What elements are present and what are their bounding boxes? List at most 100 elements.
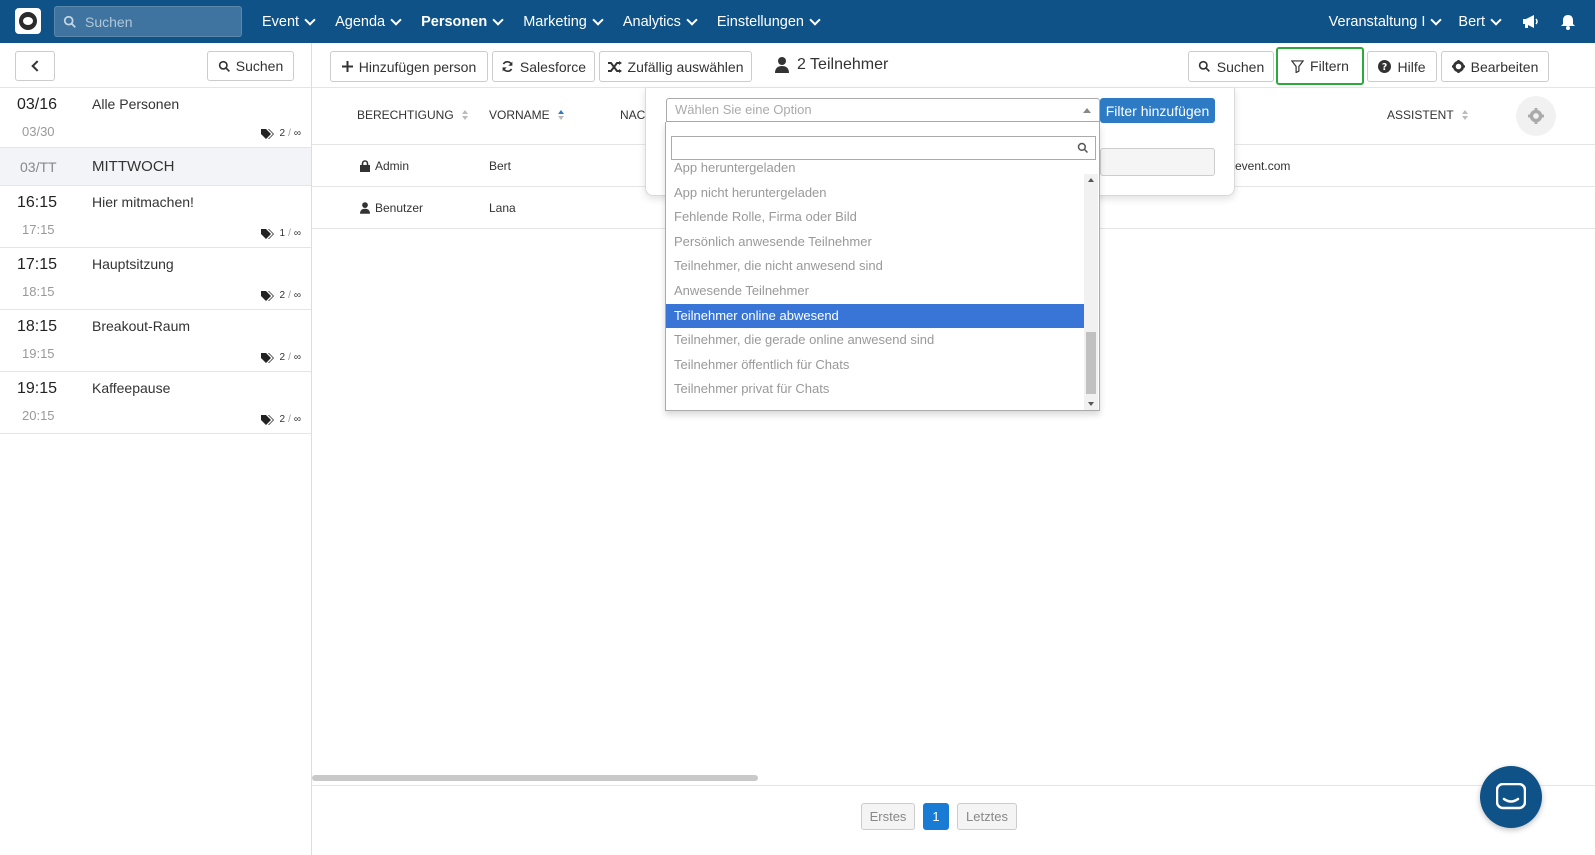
dropdown-option[interactable]: Persönlich anwesende Teilnehmer [666, 230, 1084, 255]
user-menu[interactable]: Bert [1458, 13, 1502, 30]
tags-icon [260, 414, 274, 425]
session-item[interactable]: 18:15 19:15 Breakout-Raum 2/∞ [0, 310, 311, 372]
tag-separator: / [288, 290, 291, 301]
session-start: 18:15 [17, 318, 58, 335]
user-icon [775, 57, 789, 73]
event-selector-label: Veranstaltung I [1328, 13, 1426, 30]
session-item[interactable]: 03/16 03/30 Alle Personen 2/∞ [0, 88, 311, 148]
svg-text:?: ? [1382, 62, 1387, 73]
session-item[interactable]: 17:15 18:15 Hauptsitzung 2/∞ [0, 248, 311, 310]
dropdown-scrollbar[interactable] [1084, 174, 1098, 410]
tag-separator: / [288, 128, 291, 139]
tags-icon [260, 228, 274, 239]
megaphone-icon[interactable] [1522, 14, 1539, 29]
last-page-button[interactable]: Letztes [957, 803, 1017, 830]
chevron-left-icon [30, 60, 43, 72]
col-header-firstname[interactable]: VORNAME [489, 108, 564, 122]
chevron-down-icon [492, 13, 504, 26]
edit-button[interactable]: Bearbeiten [1441, 51, 1549, 82]
dropdown-option[interactable]: Anwesende Teilnehmer [666, 279, 1084, 304]
top-navbar: Event Agenda Personen Marketing Analytic… [0, 0, 1595, 43]
plus-icon [341, 61, 353, 72]
scroll-down-arrow-icon[interactable] [1088, 402, 1094, 406]
filter-option-select[interactable]: Wählen Sie eine Option [666, 98, 1100, 122]
day-header: 03/TT MITTWOCH [0, 148, 311, 186]
dropdown-option[interactable]: Teilnehmer öffentlich für Chats [666, 353, 1084, 378]
search-icon [1077, 142, 1089, 154]
horizontal-scrollbar[interactable] [312, 775, 758, 781]
help-button[interactable]: ? Hilfe [1367, 51, 1437, 82]
column-settings-button[interactable] [1516, 96, 1556, 136]
cell-firstname: Lana [489, 201, 516, 215]
random-select-button[interactable]: Zufällig auswählen [599, 51, 752, 82]
filter-value-input[interactable] [1100, 148, 1215, 176]
tags-icon [260, 128, 274, 139]
global-search[interactable] [54, 6, 242, 37]
dropdown-option[interactable]: App heruntergeladen [666, 156, 1084, 181]
tag-count-value: 2 [279, 128, 286, 139]
session-end: 03/30 [22, 124, 55, 139]
session-title: Hauptsitzung [92, 256, 174, 272]
session-end: 19:15 [22, 346, 55, 361]
add-person-button[interactable]: Hinzufügen person [330, 51, 488, 82]
sort-asc-icon [557, 110, 564, 120]
tags-icon [260, 290, 274, 301]
nav-einstellungen[interactable]: Einstellungen [717, 14, 821, 30]
col-header-lastname[interactable]: NAC [620, 108, 645, 122]
nav-personen[interactable]: Personen [421, 13, 504, 30]
filter-button[interactable]: Filtern [1276, 47, 1364, 85]
chat-launcher-button[interactable] [1480, 766, 1542, 828]
dropdown-option[interactable]: Fehlende Rolle, Firma oder Bild [666, 205, 1084, 230]
tag-separator: / [288, 228, 291, 239]
edit-label: Bearbeiten [1470, 58, 1539, 75]
question-circle-icon: ? [1378, 60, 1392, 73]
dropdown-option[interactable]: Teilnehmer, die gerade online anwesend s… [666, 328, 1084, 353]
user-name: Bert [1458, 13, 1485, 30]
nav-agenda[interactable]: Agenda [335, 14, 402, 30]
nav-event[interactable]: Event [262, 14, 316, 30]
nav-analytics[interactable]: Analytics [622, 13, 698, 30]
nav-analytics-label: Analytics [622, 13, 681, 30]
col-header-permission[interactable]: BERECHTIGUNG [357, 108, 468, 122]
sidebar-search-button[interactable]: Suchen [207, 51, 294, 81]
bell-icon[interactable] [1561, 14, 1575, 30]
session-title: Hier mitmachen! [92, 194, 194, 210]
sessions-sidebar: Suchen 03/16 03/30 Alle Personen 2/∞ 03/… [0, 43, 312, 855]
session-end: 18:15 [22, 284, 55, 299]
filter-icon [1291, 59, 1305, 73]
tag-count-value: 2 [279, 290, 286, 301]
back-button[interactable] [15, 51, 55, 81]
scroll-up-arrow-icon[interactable] [1088, 178, 1094, 182]
scrollbar-thumb[interactable] [1086, 332, 1096, 394]
first-page-button[interactable]: Erstes [861, 803, 915, 830]
app-logo[interactable] [15, 8, 41, 34]
sidebar-search-label: Suchen [235, 58, 284, 74]
search-button[interactable]: Suchen [1188, 51, 1274, 82]
day-title: MITTWOCH [92, 158, 175, 175]
salesforce-button[interactable]: Salesforce [492, 51, 595, 82]
pagination: Erstes 1 Letztes [312, 785, 1595, 855]
current-page-button[interactable]: 1 [923, 803, 949, 830]
dropdown-option[interactable]: App nicht heruntergeladen [666, 181, 1084, 206]
session-start: 17:15 [17, 256, 58, 273]
tag-count-value: 1 [279, 228, 286, 239]
people-toolbar: Hinzufügen person Salesforce Zufällig au… [312, 43, 1595, 88]
cell-permission: Admin [360, 159, 409, 173]
col-permission-label: BERECHTIGUNG [357, 108, 454, 122]
session-item[interactable]: 19:15 20:15 Kaffeepause 2/∞ [0, 372, 311, 434]
event-selector[interactable]: Veranstaltung I [1328, 13, 1443, 30]
global-search-input[interactable] [85, 13, 235, 30]
add-filter-label: Filter hinzufügen [1105, 102, 1210, 119]
help-label: Hilfe [1397, 58, 1426, 75]
col-header-assistant[interactable]: ASSISTENT [1387, 108, 1468, 122]
participants-count: 2 Teilnehmer [775, 56, 888, 74]
add-filter-button[interactable]: Filter hinzufügen [1100, 98, 1215, 123]
session-tag-count: 2/∞ [260, 128, 301, 139]
permission-text: Admin [375, 159, 410, 173]
dropdown-option-selected[interactable]: Teilnehmer online abwesend [666, 303, 1084, 329]
dropdown-option[interactable]: Teilnehmer privat für Chats [666, 377, 1084, 402]
nav-marketing[interactable]: Marketing [523, 14, 604, 30]
col-lastname-label: NAC [620, 108, 646, 122]
session-item[interactable]: 16:15 17:15 Hier mitmachen! 1/∞ [0, 186, 311, 248]
dropdown-option[interactable]: Teilnehmer, die nicht anwesend sind [666, 254, 1084, 279]
